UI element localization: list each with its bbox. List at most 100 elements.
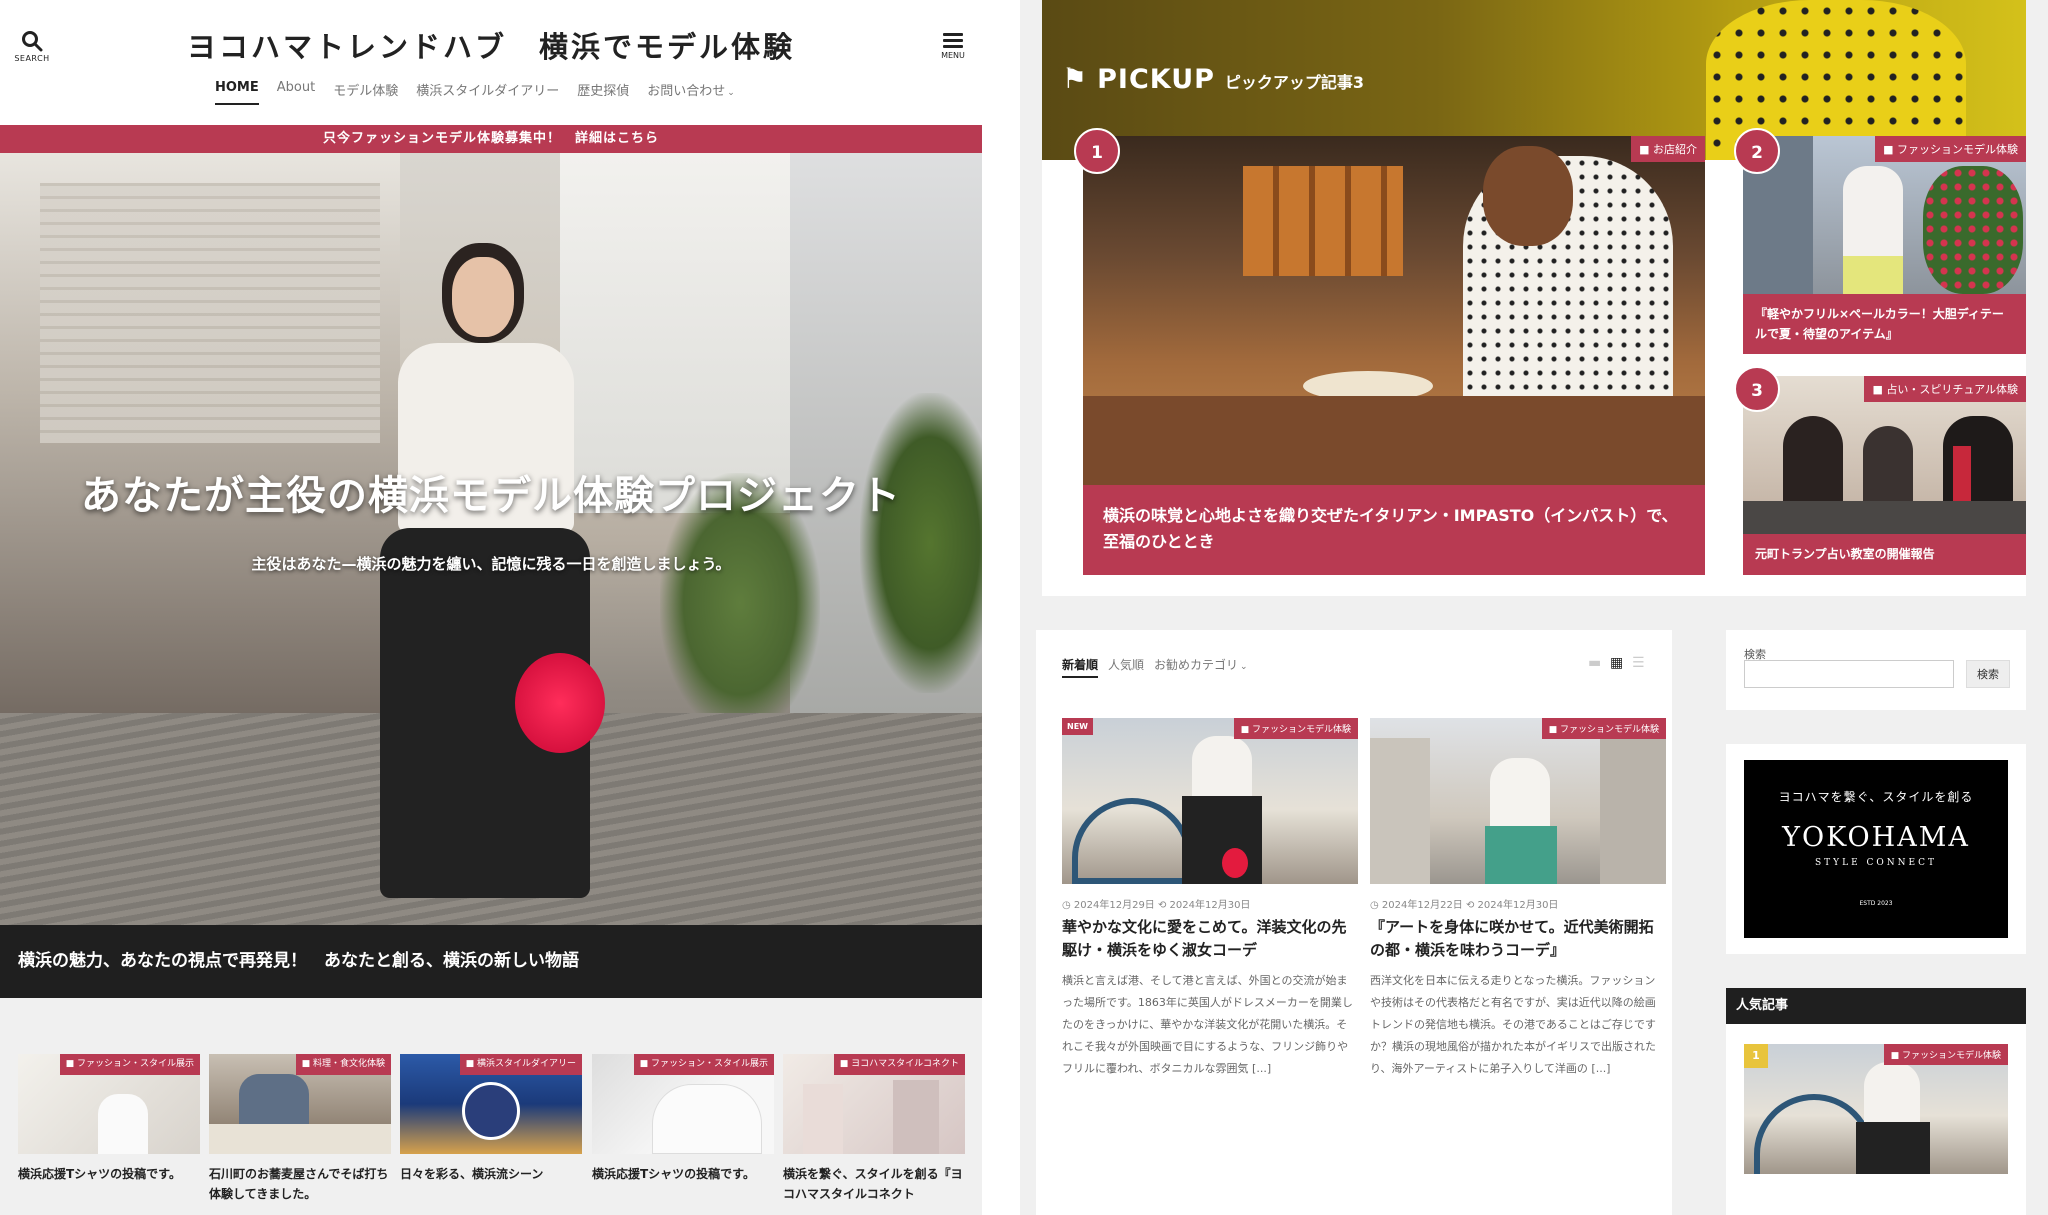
strip-card-title[interactable]: 横浜応援Tシャツの投稿です。 xyxy=(18,1164,200,1184)
article-card[interactable]: ■ ファッションモデル体験 ◷ 2024年12月22日 ⟲ 2024年12月30… xyxy=(1370,718,1666,1118)
list-view-icon[interactable]: ▬ xyxy=(1588,656,1602,670)
tab-newest[interactable]: 新着順 xyxy=(1062,656,1099,678)
popular-article-category[interactable]: ■ ファッションモデル体験 xyxy=(1883,1044,2008,1065)
strip-card-category[interactable]: ■ ヨコハマスタイルコネクト xyxy=(833,1054,965,1075)
strip-card-category[interactable]: ■ ファッション・スタイル展示 xyxy=(59,1054,200,1075)
article-card[interactable]: NEW ■ ファッションモデル体験 ◷ 2024年12月29日 ⟲ 2024年1… xyxy=(1062,718,1358,1118)
promo-bar[interactable]: 只今ファッションモデル体験募集中！ 詳細はこちら xyxy=(0,125,982,153)
strip-card-category[interactable]: ■ 料理・食文化体験 xyxy=(295,1054,391,1075)
pickup-card-2-title[interactable]: 『軽やかフリル×ペールカラー！大胆ディテールで夏・待望のアイテム』 xyxy=(1743,294,2026,354)
article-card-title[interactable]: 『アートを身体に咲かせて。近代美術開拓の都・横浜を味わうコーデ』 xyxy=(1370,916,1666,962)
new-badge: NEW xyxy=(1062,718,1093,735)
article-card-excerpt: 横浜と言えば港、そして港と言えば、外国との交流が始まった場所です。1863年に英… xyxy=(1062,974,1353,1075)
folder-icon: ■ xyxy=(639,1059,651,1069)
pickup-heading: ⚑ PICKUP ピックアップ記事3 xyxy=(1062,64,1364,95)
nav-model-experience[interactable]: モデル体験 xyxy=(333,80,398,105)
menu-button[interactable]: MENU xyxy=(938,30,968,74)
hero-building-facade xyxy=(40,183,380,443)
site-title[interactable]: ヨコハマトレンドハブ 横浜でモデル体験 xyxy=(0,24,982,66)
strip-card-title[interactable]: 横浜を繋ぐ、スタイルを創る『ヨコハマスタイルコネクト xyxy=(783,1164,965,1204)
folder-icon: ■ xyxy=(465,1059,477,1069)
chevron-down-icon: ⌄ xyxy=(1240,662,1248,672)
folder-icon: ■ xyxy=(1890,1051,1902,1061)
grid-view-icon[interactable]: ▦ xyxy=(1610,656,1624,670)
article-sort-tabs: 新着順 人気順 お勧めカテゴリ ⌄ xyxy=(1062,656,1248,678)
pickup-section: ⚑ PICKUP ピックアップ記事3 ■ お店紹介 横浜の味覚と心地よさを織り交… xyxy=(1042,0,2026,596)
pickup-card-2-category[interactable]: ■ ファッションモデル体験 xyxy=(1875,136,2026,162)
pickup-heading-main: PICKUP xyxy=(1097,64,1215,95)
site-header: SEARCH ヨコハマトレンドハブ 横浜でモデル体験 HOME About モデ… xyxy=(0,0,982,125)
tab-popular[interactable]: 人気順 xyxy=(1108,656,1144,678)
article-card-dates: ◷ 2024年12月22日 ⟲ 2024年12月30日 xyxy=(1370,900,1559,911)
article-card-thumbnail[interactable] xyxy=(1370,718,1666,884)
right-panel: ⚑ PICKUP ピックアップ記事3 ■ お店紹介 横浜の味覚と心地よさを織り交… xyxy=(1020,0,2048,1215)
folder-icon: ■ xyxy=(1548,725,1560,735)
main-nav: HOME About モデル体験 横浜スタイルダイアリー 歴史探偵 お問い合わせ… xyxy=(215,80,735,105)
article-card-thumbnail[interactable] xyxy=(1062,718,1358,884)
strip-card-category[interactable]: ■ 横浜スタイルダイアリー xyxy=(459,1054,582,1075)
hero-bouquet xyxy=(515,653,605,753)
strip-card[interactable]: ■ 横浜スタイルダイアリー 日々を彩る、横浜流シーン xyxy=(400,1054,582,1215)
sidebar-search-widget: 検索 検索 xyxy=(1726,630,2026,710)
tab-recommended-category[interactable]: お勧めカテゴリ ⌄ xyxy=(1154,656,1248,678)
folder-icon: ■ xyxy=(1883,143,1897,156)
strip-card-title[interactable]: 日々を彩る、横浜流シーン xyxy=(400,1164,582,1184)
nav-contact-label: お問い合わせ xyxy=(647,84,726,99)
tab-recommended-category-label: お勧めカテゴリ xyxy=(1154,658,1239,672)
article-card-dates: ◷ 2024年12月29日 ⟲ 2024年12月30日 xyxy=(1062,900,1251,911)
strip-card-title[interactable]: 横浜応援Tシャツの投稿です。 xyxy=(592,1164,774,1184)
tagline-bar: 横浜の魅力、あなたの視点で再発見！ あなたと創る、横浜の新しい物語 xyxy=(0,925,982,998)
folder-icon: ■ xyxy=(1639,143,1653,156)
nav-contact[interactable]: お問い合わせ ⌄ xyxy=(647,80,735,105)
pickup-card-1-category[interactable]: ■ お店紹介 xyxy=(1631,136,1705,162)
pickup-card-3-title[interactable]: 元町トランプ占い教室の開催報告 xyxy=(1743,534,2026,575)
pickup-rank-3: 3 xyxy=(1734,366,1780,412)
hero-title: あなたが主役の横浜モデル体験プロジェクト xyxy=(81,473,901,519)
article-card-category[interactable]: ■ ファッションモデル体験 xyxy=(1233,718,1358,739)
style-connect-banner[interactable]: ヨコハマを繋ぐ、スタイルを創る YOKOHAMA STYLE CONNECT E… xyxy=(1744,760,2008,938)
view-toggles: ▬ ▦ ☰ xyxy=(1588,656,1646,670)
compact-view-icon[interactable]: ☰ xyxy=(1632,656,1646,670)
folder-icon: ■ xyxy=(1240,725,1252,735)
pickup-heading-sub: ピックアップ記事3 xyxy=(1224,73,1365,92)
strip-card[interactable]: ■ ファッション・スタイル展示 横浜応援Tシャツの投稿です。 xyxy=(18,1054,200,1215)
nav-history-detective[interactable]: 歴史探偵 xyxy=(577,80,629,105)
pickup-rank-1: 1 xyxy=(1074,128,1120,174)
article-card-category[interactable]: ■ ファッションモデル体験 xyxy=(1541,718,1666,739)
nav-home[interactable]: HOME xyxy=(215,80,259,105)
pickup-card-2[interactable]: ■ ファッションモデル体験 『軽やかフリル×ペールカラー！大胆ディテールで夏・待… xyxy=(1743,136,2026,354)
sidebar-search-input[interactable] xyxy=(1744,660,1954,688)
pickup-card-1-title[interactable]: 横浜の味覚と心地よさを織り交ぜたイタリアン・IMPASTO（インパスト）で、至福… xyxy=(1083,485,1705,575)
chevron-down-icon: ⌄ xyxy=(727,88,735,98)
strip-card-category[interactable]: ■ ファッション・スタイル展示 xyxy=(633,1054,774,1075)
strip-card-title[interactable]: 石川町のお蕎麦屋さんでそば打ち体験してきました。 xyxy=(209,1164,391,1204)
hero-sky xyxy=(560,153,820,513)
folder-icon: ■ xyxy=(65,1059,77,1069)
nav-style-diary[interactable]: 横浜スタイルダイアリー xyxy=(416,80,559,105)
pickup-card-1-image[interactable] xyxy=(1083,136,1705,486)
strip-card[interactable]: ■ 料理・食文化体験 石川町のお蕎麦屋さんでそば打ち体験してきました。 xyxy=(209,1054,391,1215)
pickup-card-3[interactable]: ■ 占い・スピリチュアル体験 元町トランプ占い教室の開催報告 xyxy=(1743,376,2026,575)
nav-about[interactable]: About xyxy=(277,80,315,105)
banner-logo: YOKOHAMA xyxy=(1782,822,1970,853)
sidebar-popular-widget: 人気記事 1 ■ ファッションモデル体験 xyxy=(1726,988,2026,1215)
banner-logo-sub: STYLE CONNECT xyxy=(1815,858,1937,868)
folder-icon: ■ xyxy=(839,1059,852,1069)
popular-heading: 人気記事 xyxy=(1726,988,2026,1024)
recent-card-strip: ■ ファッション・スタイル展示 横浜応援Tシャツの投稿です。 ■ 料理・食文化体… xyxy=(0,998,982,1215)
pickup-card-3-category[interactable]: ■ 占い・スピリチュアル体験 xyxy=(1864,376,2026,402)
strip-card[interactable]: ■ ヨコハマスタイルコネクト 横浜を繋ぐ、スタイルを創る『ヨコハマスタイルコネク… xyxy=(783,1054,965,1215)
popular-rank-badge: 1 xyxy=(1744,1044,1768,1068)
menu-label: MENU xyxy=(941,51,965,60)
article-list-panel: 新着順 人気順 お勧めカテゴリ ⌄ ▬ ▦ ☰ NEW ■ ファッションモデル体験… xyxy=(1036,630,1672,1215)
hero-subtitle: 主役はあなた—横浜の魅力を纏い、記憶に残る一日を創造しましょう。 xyxy=(251,555,731,573)
strip-card[interactable]: ■ ファッション・スタイル展示 横浜応援Tシャツの投稿です。 xyxy=(592,1054,774,1215)
folder-icon: ■ xyxy=(1872,383,1887,396)
article-card-title[interactable]: 華やかな文化に愛をこめて。洋装文化の先駆け・横浜をゆく淑女コーデ xyxy=(1062,916,1358,962)
pickup-rank-2: 2 xyxy=(1734,128,1780,174)
sidebar-search-button[interactable]: 検索 xyxy=(1966,660,2010,688)
popular-article-card[interactable]: 1 ■ ファッションモデル体験 xyxy=(1744,1044,2008,1174)
hero-banner: あなたが主役の横浜モデル体験プロジェクト 主役はあなた—横浜の魅力を纏い、記憶に… xyxy=(0,153,982,925)
pickup-card-1[interactable]: ■ お店紹介 横浜の味覚と心地よさを織り交ぜたイタリアン・IMPASTO（インパ… xyxy=(1083,136,1705,575)
left-panel: SEARCH ヨコハマトレンドハブ 横浜でモデル体験 HOME About モデ… xyxy=(0,0,982,1215)
